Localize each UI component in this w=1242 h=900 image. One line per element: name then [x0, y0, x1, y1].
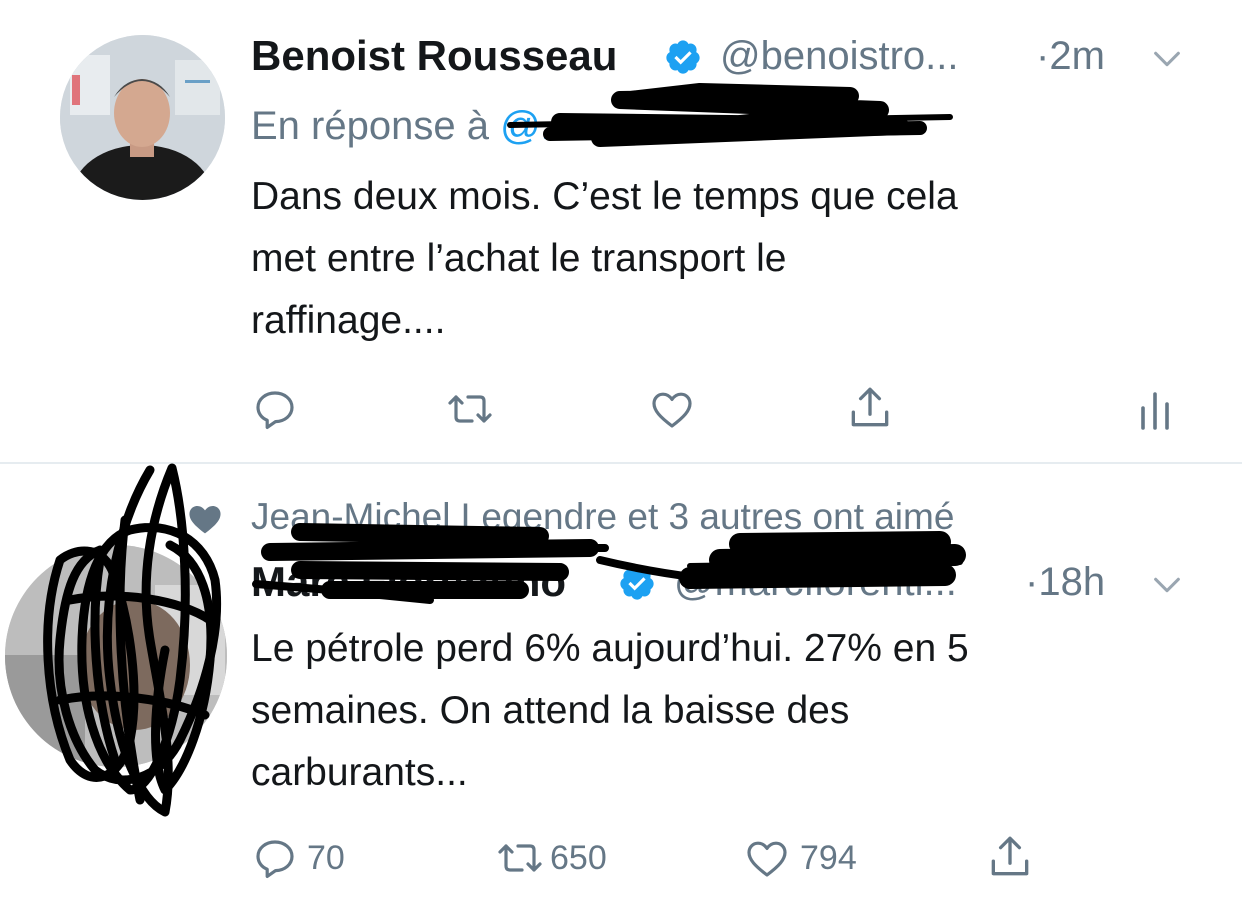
tweet1-author-name[interactable]: Benoist Rousseau: [251, 31, 617, 81]
share-icon: [991, 836, 1029, 876]
tweet1-handle[interactable]: @benoistro...: [720, 31, 959, 81]
tweet1-retweet-button[interactable]: [442, 385, 498, 433]
reply-prefix: En réponse à: [251, 104, 489, 148]
avatar-marc[interactable]: [5, 545, 227, 767]
retweet-icon: [498, 844, 542, 872]
verified-badge-icon: [666, 40, 700, 74]
reply-count: 70: [307, 838, 345, 877]
redaction-stroke: [507, 114, 953, 128]
like-count: 794: [800, 838, 857, 877]
retweet-count: 650: [550, 838, 607, 877]
tweet1-analytics-button[interactable]: [1135, 388, 1175, 432]
tweet2-retweet-button[interactable]: 650: [492, 834, 607, 882]
tweet2-share-button[interactable]: [985, 832, 1035, 882]
tweet2-text-line: Le pétrole perd 6% aujourd’hui. 27% en 5: [251, 627, 969, 670]
share-icon: [851, 387, 889, 427]
redaction-stroke: [551, 83, 909, 147]
verified-badge-icon: [620, 566, 654, 600]
like-icon: [652, 392, 692, 428]
tweet-divider: [0, 462, 1242, 464]
tweet1-text-line: Dans deux mois. C’est le temps que cela: [251, 175, 958, 218]
tweet2-timestamp[interactable]: ·18h: [1025, 557, 1105, 607]
social-context[interactable]: Jean-Michel Legendre et 3 autres ont aim…: [251, 492, 954, 542]
tweet2-reply-button[interactable]: 70: [251, 834, 345, 882]
chevron-down-icon[interactable]: [1150, 568, 1184, 602]
tweet2-author-name[interactable]: Marc Fiorentino: [251, 557, 566, 607]
tweet2-like-button[interactable]: 794: [742, 834, 857, 882]
tweet1-share-button[interactable]: [845, 383, 895, 433]
tweet1-text-line: raffinage....: [251, 299, 446, 342]
reply-icon: [256, 840, 294, 878]
tweet1-like-button[interactable]: [647, 385, 697, 433]
tweet1-reply-button[interactable]: [251, 385, 299, 433]
tweet1-timestamp[interactable]: ·2m: [1036, 31, 1105, 81]
chevron-down-icon[interactable]: [1150, 42, 1184, 76]
tweet1-text: Dans deux mois. C’est le temps que cela …: [251, 166, 1211, 352]
reply-to-handle[interactable]: @...: [500, 104, 574, 148]
tweet2-handle[interactable]: @marcfiorenti...: [674, 557, 957, 607]
avatar-photo: [60, 35, 225, 200]
like-icon: [747, 841, 787, 877]
tweet2-text: Le pétrole perd 6% aujourd’hui. 27% en 5…: [251, 618, 1221, 804]
avatar-photo: [5, 545, 227, 767]
analytics-icon: [1141, 392, 1169, 430]
tweet1-text-line: met entre l’achat le transport le: [251, 237, 787, 280]
avatar-benoist[interactable]: [60, 35, 225, 200]
reply-icon: [256, 391, 294, 429]
tweet2-text-line: semaines. On attend la baisse des: [251, 689, 850, 732]
liked-heart-icon: [189, 505, 221, 534]
retweet-icon: [448, 395, 492, 423]
redaction-stroke: [543, 121, 927, 141]
reply-context: En réponse à @...: [251, 101, 574, 151]
tweet2-text-line: carburants...: [251, 751, 468, 794]
